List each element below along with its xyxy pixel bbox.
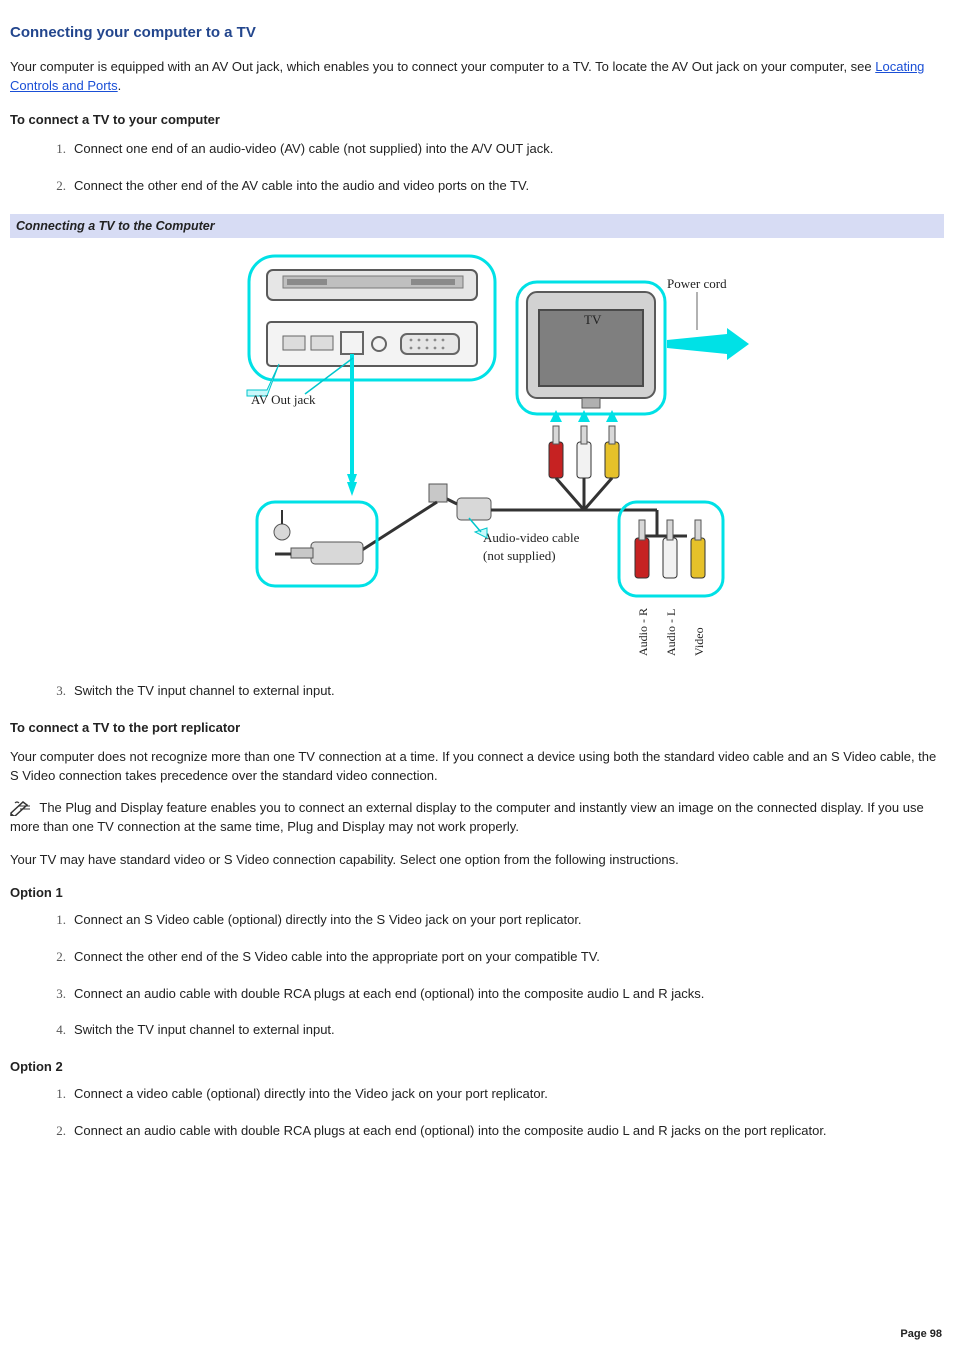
intro-text-post: . (118, 78, 122, 93)
list-item: 2. Connect the other end of the S Video c… (46, 948, 944, 967)
diagram-label-av-out: AV Out jack (251, 392, 316, 407)
diagram-label-tv: TV (584, 312, 602, 327)
step-number: 1. (46, 140, 66, 159)
list-item: 4. Switch the TV input channel to externa… (46, 1021, 944, 1040)
step-text: Connect the other end of the AV cable in… (74, 178, 529, 193)
laptop-icon (267, 270, 477, 300)
step-number: 4. (46, 1021, 66, 1040)
section2-p2: Your TV may have standard video or S Vid… (10, 851, 944, 870)
step-number: 3. (46, 682, 66, 701)
option1-steps: 1. Connect an S Video cable (optional) di… (10, 911, 944, 1040)
step-number: 2. (46, 948, 66, 967)
intro-text-pre: Your computer is equipped with an AV Out… (10, 59, 875, 74)
port-panel (267, 322, 477, 366)
diagram-label-cable: Audio-video cable (483, 530, 580, 545)
section2-heading: To connect a TV to the port replicator (10, 719, 944, 738)
cable-splitter (429, 484, 491, 520)
diagram-label-cable-sub: (not supplied) (483, 548, 556, 563)
step-text: Switch the TV input channel to external … (74, 1022, 335, 1037)
list-item: 2. Connect the other end of the AV cable … (46, 177, 944, 196)
step-number: 1. (46, 911, 66, 930)
figure-caption: Connecting a TV to the Computer (10, 214, 944, 238)
document-page: Connecting your computer to a TV Your co… (0, 0, 954, 1351)
mini-plug-icon (274, 510, 363, 564)
list-item: 1. Connect an S Video cable (optional) di… (46, 911, 944, 930)
list-item: 3. Connect an audio cable with double RCA… (46, 985, 944, 1004)
intro-paragraph: Your computer is equipped with an AV Out… (10, 58, 944, 96)
arrow-icon (347, 482, 357, 496)
step-text: Connect one end of an audio-video (AV) c… (74, 141, 553, 156)
diagram-label-power-cord: Power cord (667, 276, 727, 291)
step-text: Connect a video cable (optional) directl… (74, 1086, 548, 1101)
step-number: 1. (46, 1085, 66, 1104)
option1-heading: Option 1 (10, 884, 944, 903)
option2-steps: 1. Connect a video cable (optional) direc… (10, 1085, 944, 1141)
step-number: 2. (46, 1122, 66, 1141)
page-title: Connecting your computer to a TV (10, 22, 944, 44)
tv-icon: TV (527, 292, 655, 408)
section1-steps-b: 3. Switch the TV input channel to externa… (10, 682, 944, 701)
option2-heading: Option 2 (10, 1058, 944, 1077)
cable-line (359, 502, 437, 552)
rca-plugs-to-tv (489, 410, 619, 510)
section1-steps-a: 1. Connect one end of an audio-video (AV)… (10, 140, 944, 196)
connection-diagram: AV Out jack TV Power cord (187, 252, 767, 662)
section1-heading: To connect a TV to your computer (10, 111, 944, 130)
note-pencil-icon (10, 800, 32, 816)
step-text: Connect an S Video cable (optional) dire… (74, 912, 582, 927)
step-text: Switch the TV input channel to external … (74, 683, 335, 698)
diagram-label-audio-r: Audio - R (636, 608, 650, 656)
note-paragraph: The Plug and Display feature enables you… (10, 799, 944, 837)
list-item: 2. Connect an audio cable with double RCA… (46, 1122, 944, 1141)
note-text: The Plug and Display feature enables you… (10, 800, 924, 834)
step-text: Connect an audio cable with double RCA p… (74, 1123, 827, 1138)
diagram-label-audio-l: Audio - L (664, 609, 678, 656)
power-cord-arrow (667, 328, 749, 360)
step-text: Connect the other end of the S Video cab… (74, 949, 600, 964)
list-item: 1. Connect a video cable (optional) direc… (46, 1085, 944, 1104)
section2-p1: Your computer does not recognize more th… (10, 748, 944, 786)
step-number: 2. (46, 177, 66, 196)
label-pointer (469, 518, 487, 538)
page-number: Page 98 (900, 1327, 942, 1343)
step-number: 3. (46, 985, 66, 1004)
list-item: 1. Connect one end of an audio-video (AV)… (46, 140, 944, 159)
diagram-label-video: Video (692, 627, 706, 656)
list-item: 3. Switch the TV input channel to externa… (46, 682, 944, 701)
step-text: Connect an audio cable with double RCA p… (74, 986, 704, 1001)
connection-arrow (347, 354, 357, 488)
